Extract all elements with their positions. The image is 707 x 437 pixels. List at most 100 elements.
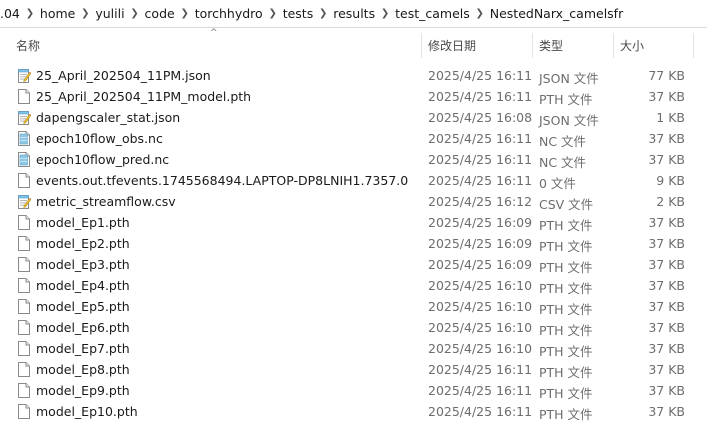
- file-size: 37 KB: [648, 89, 685, 104]
- breadcrumb-segment[interactable]: torchhydro: [193, 6, 265, 21]
- breadcrumb-segment[interactable]: results: [331, 6, 377, 21]
- file-row[interactable]: model_Ep9.pth 2025/4/25 16:11 PTH 文件 37 KB: [0, 380, 707, 401]
- file-row[interactable]: dapengscaler_stat.json 2025/4/25 16:08 JSO…: [0, 107, 707, 128]
- chevron-right-icon[interactable]: ❯: [472, 8, 488, 19]
- file-name: model_Ep6.pth: [36, 320, 130, 335]
- breadcrumb-segment[interactable]: yulili: [93, 6, 126, 21]
- column-header-date[interactable]: 修改日期: [428, 31, 476, 60]
- file-name: model_Ep1.pth: [36, 215, 130, 230]
- file-list: 25_April_202504_11PM.json 2025/4/25 16:11…: [0, 65, 707, 422]
- file-row[interactable]: model_Ep8.pth 2025/4/25 16:11 PTH 文件 37 KB: [0, 359, 707, 380]
- column-header-size[interactable]: 大小: [620, 31, 644, 60]
- file-size: 9 KB: [656, 173, 685, 188]
- chevron-right-icon[interactable]: ❯: [377, 8, 393, 19]
- file-modified-date: 2025/4/25 16:12: [428, 194, 533, 209]
- column-divider[interactable]: [613, 33, 614, 58]
- file-row[interactable]: model_Ep5.pth 2025/4/25 16:10 PTH 文件 37 KB: [0, 296, 707, 317]
- file-type: PTH 文件: [539, 323, 593, 338]
- file-modified-date: 2025/4/25 16:09: [428, 236, 533, 251]
- file-size: 37 KB: [648, 299, 685, 314]
- file-row[interactable]: model_Ep6.pth 2025/4/25 16:10 PTH 文件 37 KB: [0, 317, 707, 338]
- chevron-right-icon[interactable]: ❯: [77, 8, 93, 19]
- file-row[interactable]: epoch10flow_obs.nc 2025/4/25 16:11 NC 文件 37…: [0, 128, 707, 149]
- column-header-name[interactable]: 名称: [16, 31, 40, 60]
- blank-file-icon: [17, 257, 31, 272]
- file-name: dapengscaler_stat.json: [36, 110, 181, 125]
- file-type: PTH 文件: [539, 407, 593, 422]
- file-name: epoch10flow_pred.nc: [36, 152, 170, 167]
- blank-file-icon: [17, 215, 31, 230]
- nc-file-icon: [17, 131, 31, 146]
- nc-file-icon: [17, 152, 31, 167]
- chevron-right-icon[interactable]: ❯: [177, 8, 193, 19]
- file-row[interactable]: 25_April_202504_11PM.json 2025/4/25 16:11…: [0, 65, 707, 86]
- file-modified-date: 2025/4/25 16:09: [428, 215, 533, 230]
- file-type: NC 文件: [539, 155, 587, 170]
- file-name: model_Ep9.pth: [36, 383, 130, 398]
- file-row[interactable]: model_Ep4.pth 2025/4/25 16:10 PTH 文件 37 KB: [0, 275, 707, 296]
- file-modified-date: 2025/4/25 16:11: [428, 89, 533, 104]
- column-header-type[interactable]: 类型: [539, 31, 563, 60]
- blank-file-icon: [17, 236, 31, 251]
- file-row[interactable]: 25_April_202504_11PM_model.pth 2025/4/25 …: [0, 86, 707, 107]
- file-modified-date: 2025/4/25 16:11: [428, 383, 533, 398]
- chevron-right-icon[interactable]: ❯: [127, 8, 143, 19]
- column-divider[interactable]: [532, 33, 533, 58]
- file-name: model_Ep10.pth: [36, 404, 138, 419]
- file-row[interactable]: model_Ep1.pth 2025/4/25 16:09 PTH 文件 37 KB: [0, 212, 707, 233]
- file-row[interactable]: epoch10flow_pred.nc 2025/4/25 16:11 NC 文件 3…: [0, 149, 707, 170]
- file-type: NC 文件: [539, 134, 587, 149]
- file-type: PTH 文件: [539, 344, 593, 359]
- file-name: model_Ep8.pth: [36, 362, 130, 377]
- file-name: 25_April_202504_11PM_model.pth: [36, 89, 252, 104]
- file-row[interactable]: model_Ep10.pth 2025/4/25 16:11 PTH 文件 37 KB: [0, 401, 707, 422]
- file-type: JSON 文件: [539, 113, 599, 128]
- file-row[interactable]: metric_streamflow.csv 2025/4/25 16:12 CSV …: [0, 191, 707, 212]
- file-row[interactable]: model_Ep7.pth 2025/4/25 16:10 PTH 文件 37 KB: [0, 338, 707, 359]
- file-modified-date: 2025/4/25 16:08: [428, 110, 533, 125]
- notepad-file-icon: [17, 68, 32, 83]
- file-modified-date: 2025/4/25 16:11: [428, 362, 533, 377]
- breadcrumb-segment[interactable]: test_camels: [393, 6, 472, 21]
- blank-file-icon: [17, 89, 31, 104]
- blank-file-icon: [17, 173, 31, 188]
- chevron-right-icon[interactable]: ❯: [265, 8, 281, 19]
- file-type: PTH 文件: [539, 260, 593, 275]
- file-modified-date: 2025/4/25 16:11: [428, 404, 533, 419]
- blank-file-icon: [17, 341, 31, 356]
- chevron-right-icon[interactable]: ❯: [22, 8, 38, 19]
- file-modified-date: 2025/4/25 16:09: [428, 257, 533, 272]
- file-modified-date: 2025/4/25 16:11: [428, 68, 533, 83]
- breadcrumb-segment[interactable]: NestedNarx_camelsfr: [488, 6, 625, 21]
- file-type: PTH 文件: [539, 302, 593, 317]
- chevron-right-icon[interactable]: ❯: [315, 8, 331, 19]
- file-size: 37 KB: [648, 257, 685, 272]
- blank-file-icon: [17, 320, 31, 335]
- file-size: 37 KB: [648, 383, 685, 398]
- notepad-file-icon: [17, 194, 32, 209]
- file-type: 0 文件: [539, 176, 576, 191]
- file-modified-date: 2025/4/25 16:10: [428, 320, 533, 335]
- file-modified-date: 2025/4/25 16:11: [428, 131, 533, 146]
- notepad-file-icon: [17, 110, 32, 125]
- column-divider[interactable]: [421, 33, 422, 58]
- file-modified-date: 2025/4/25 16:10: [428, 341, 533, 356]
- file-type: PTH 文件: [539, 365, 593, 380]
- file-size: 37 KB: [648, 404, 685, 419]
- file-modified-date: 2025/4/25 16:10: [428, 299, 533, 314]
- file-size: 37 KB: [648, 362, 685, 377]
- breadcrumb-segment[interactable]: home: [38, 6, 77, 21]
- breadcrumb-segment[interactable]: code: [143, 6, 177, 21]
- file-modified-date: 2025/4/25 16:11: [428, 152, 533, 167]
- file-size: 37 KB: [648, 341, 685, 356]
- file-row[interactable]: model_Ep2.pth 2025/4/25 16:09 PTH 文件 37 KB: [0, 233, 707, 254]
- file-row[interactable]: model_Ep3.pth 2025/4/25 16:09 PTH 文件 37 KB: [0, 254, 707, 275]
- breadcrumb-segment[interactable]: tests: [281, 6, 316, 21]
- file-row[interactable]: events.out.tfevents.1745568494.LAPTOP-DP…: [0, 170, 707, 191]
- breadcrumb-segment[interactable]: .04: [0, 6, 22, 21]
- column-divider[interactable]: [693, 33, 694, 58]
- file-size: 77 KB: [648, 68, 685, 83]
- file-type: PTH 文件: [539, 239, 593, 254]
- address-bar[interactable]: .04 ❯ home ❯ yulili ❯ code ❯ torchhydro …: [0, 0, 707, 28]
- file-name: model_Ep2.pth: [36, 236, 130, 251]
